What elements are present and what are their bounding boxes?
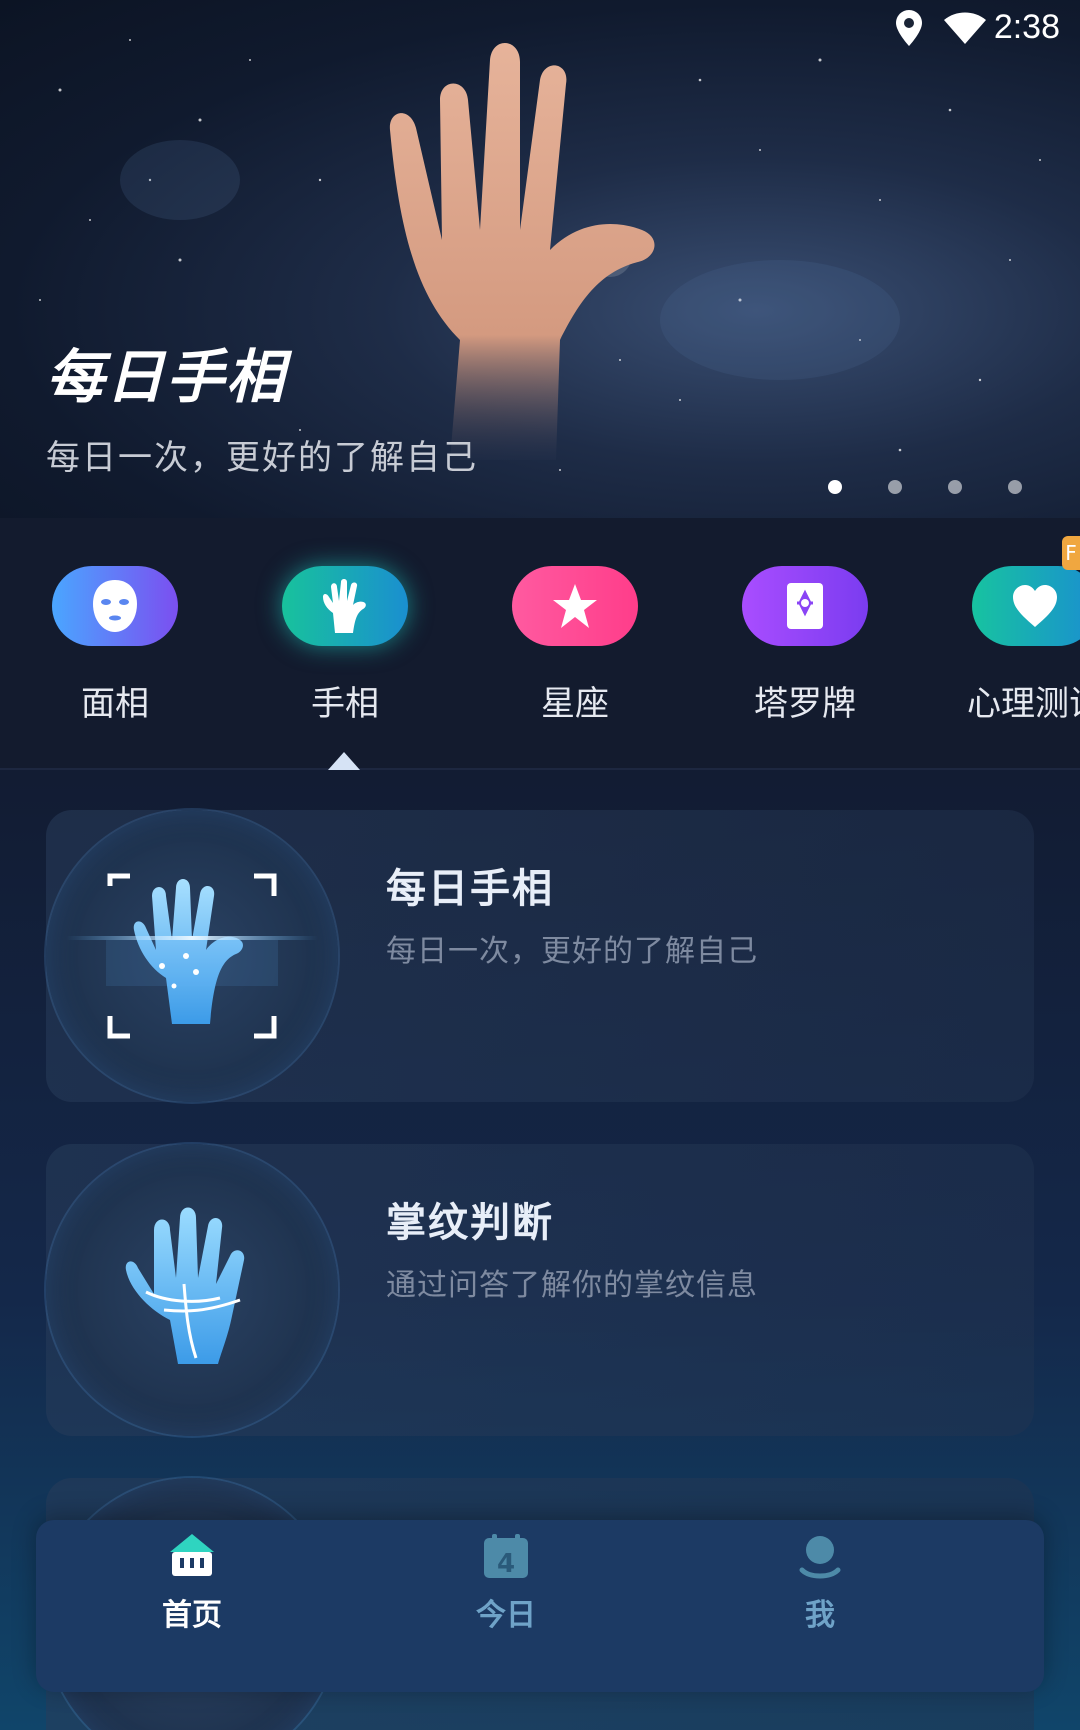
profile-icon	[799, 1536, 841, 1579]
banner-carousel[interactable]: 每日手相 每日一次，更好的了解自己	[0, 0, 1080, 518]
tab-label: 星座	[541, 684, 609, 724]
nav-today[interactable]: 4 今日	[426, 1534, 586, 1634]
carousel-dot[interactable]	[828, 480, 842, 494]
status-bar: 2:38	[0, 0, 1080, 56]
nav-profile[interactable]: 我	[740, 1534, 900, 1634]
tab-label: 心理测试	[967, 684, 1080, 724]
nav-label: 今日	[476, 1598, 536, 1633]
tab-horoscope[interactable]: 星座	[475, 566, 675, 725]
palm-lines-icon	[46, 1144, 338, 1436]
tab-tarot[interactable]: 塔罗牌	[705, 566, 905, 725]
card-title: 掌纹判断	[386, 1200, 554, 1246]
category-tabs: 面相 手相 星座 塔罗牌 心理测试 F	[0, 518, 1080, 770]
carousel-indicator	[828, 480, 1022, 494]
carousel-dot[interactable]	[1008, 480, 1022, 494]
tab-face-reading[interactable]: 面相	[15, 566, 215, 725]
nav-label: 首页	[162, 1598, 222, 1633]
star-icon	[512, 566, 638, 646]
new-badge: F	[1062, 536, 1080, 570]
tab-label: 面相	[81, 684, 149, 724]
tarot-card-icon	[742, 566, 868, 646]
heart-icon	[972, 566, 1080, 646]
nav-home[interactable]: 首页	[112, 1534, 272, 1634]
nav-label: 我	[805, 1598, 835, 1633]
location-icon	[896, 10, 922, 46]
app-screen: 每日手相 每日一次，更好的了解自己 2:38 面相 手相 星座 塔罗牌 心理测 …	[0, 0, 1080, 1730]
tab-psych-test[interactable]: 心理测试	[935, 566, 1080, 725]
wifi-icon	[944, 12, 986, 44]
calendar-icon: 4	[484, 1534, 528, 1579]
palm-scan-icon	[46, 810, 338, 1102]
bottom-navigation: 首页 4 今日 我	[36, 1520, 1044, 1692]
palm-lines-card[interactable]: 掌纹判断 通过问答了解你的掌纹信息	[46, 1144, 1034, 1436]
raised-hand-image	[389, 42, 655, 461]
card-title: 每日手相	[386, 866, 554, 912]
banner-title: 每日手相	[46, 343, 287, 411]
tab-label: 塔罗牌	[754, 684, 856, 724]
card-description: 通过问答了解你的掌纹信息	[386, 1268, 758, 1303]
home-icon	[170, 1534, 214, 1576]
calendar-badge: 4	[497, 1549, 515, 1579]
banner-subtitle: 每日一次，更好的了解自己	[46, 438, 478, 478]
carousel-dot[interactable]	[948, 480, 962, 494]
card-description: 每日一次，更好的了解自己	[386, 934, 758, 969]
hand-icon	[282, 566, 408, 646]
daily-palm-card[interactable]: 每日手相 每日一次，更好的了解自己	[46, 810, 1034, 1102]
tab-label: 手相	[311, 684, 379, 724]
selected-tab-indicator	[328, 752, 360, 770]
carousel-dot[interactable]	[888, 480, 902, 494]
status-time: 2:38	[993, 8, 1060, 46]
tab-palm-reading[interactable]: 手相	[245, 566, 445, 725]
face-mask-icon	[52, 566, 178, 646]
